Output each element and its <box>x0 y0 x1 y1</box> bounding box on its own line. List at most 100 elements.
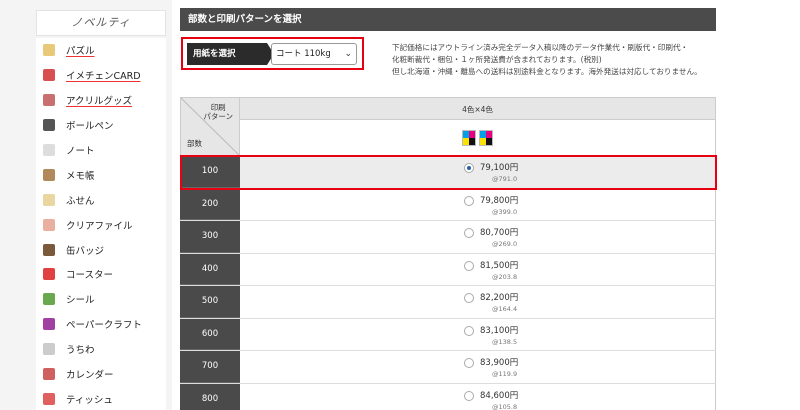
sidebar-item-label: うちわ <box>66 345 95 357</box>
price-option[interactable]: 84,600円 @105.8 <box>240 383 716 410</box>
table-row: 800 84,600円 @105.8 <box>180 383 716 410</box>
sidebar-item[interactable]: ボールペン <box>36 113 166 138</box>
quantity-cell: 700 <box>180 351 240 383</box>
table-row: 200 79,800円 @399.0 <box>180 188 716 221</box>
papercraft-icon <box>40 316 58 332</box>
sidebar-item[interactable]: メモ帳 <box>36 162 166 187</box>
unit-price: @791.0 <box>492 175 518 183</box>
paper-selector: 用紙を選択 コート 110kg ⌄ <box>181 37 364 70</box>
price-radio[interactable] <box>464 325 474 336</box>
sidebar-item[interactable]: ノート <box>36 138 166 163</box>
sidebar-item-label: 缶バッジ <box>66 245 105 257</box>
sidebar-item-label: シール <box>66 295 95 307</box>
puzzle-icon <box>40 42 58 58</box>
print-pattern-icons <box>240 120 716 156</box>
table-row: 700 83,900円 @119.9 <box>180 351 716 384</box>
table-corner: 印刷 パターン 部数 <box>180 97 241 157</box>
sidebar-item-label: イメチェンCARD <box>66 71 141 83</box>
sidebar-item[interactable]: ふせん <box>36 187 166 212</box>
price-notice: 下記価格にはアウトライン済み完全データ入稿以降のデータ作業代・刷版代・印刷代・ … <box>392 42 722 78</box>
price-value: 84,600円 <box>480 390 519 401</box>
badge-icon <box>40 242 58 258</box>
paper-selector-label: 用紙を選択 <box>187 43 267 65</box>
table-header: 印刷 パターン 部数 4色×4色 <box>180 97 716 157</box>
sidebar-item-label: コースター <box>66 270 114 282</box>
cmyk-back-icon <box>479 129 493 146</box>
card-icon <box>40 67 58 83</box>
sidebar-item[interactable]: パズル <box>36 38 166 63</box>
chevron-down-icon: ⌄ <box>344 49 352 59</box>
price-option[interactable]: 83,900円 @119.9 <box>240 351 716 383</box>
table-row: 400 81,500円 @203.8 <box>180 253 716 286</box>
sidebar-item[interactable]: うちわ <box>36 337 166 362</box>
quantity-cell: 500 <box>180 286 240 318</box>
price-radio[interactable] <box>464 390 474 401</box>
price-option[interactable]: 80,700円 @269.0 <box>240 221 716 253</box>
price-option[interactable]: 82,200円 @164.4 <box>240 286 716 318</box>
quantity-cell: 300 <box>180 221 240 253</box>
price-radio[interactable] <box>464 260 474 271</box>
notice-line: 但し北海道・沖縄・離島への送料は別途料金となります。海外発送は対応しておりません… <box>392 67 702 76</box>
price-value: 82,200円 <box>480 293 519 303</box>
sidebar-item[interactable]: クリアファイル <box>36 212 166 237</box>
price-option[interactable]: 83,100円 @138.5 <box>240 318 716 350</box>
price-radio[interactable] <box>464 228 474 238</box>
sidebar-item-label: カレンダー <box>66 370 114 382</box>
sidebar-item[interactable]: イメチェンCARD <box>36 63 166 88</box>
sidebar-item[interactable]: ペーパークラフト <box>36 312 166 337</box>
notice-line: 化粧断裁代・梱包・１ヶ所発送費が含まれております。(税別) <box>392 55 602 64</box>
sidebar-item-label: ふせん <box>66 195 95 207</box>
price-option[interactable]: 79,100円 @791.0 <box>240 156 716 188</box>
price-value: 83,100円 <box>480 325 519 336</box>
price-radio[interactable] <box>464 358 474 368</box>
sticker-icon <box>40 291 58 307</box>
price-value: 80,700円 <box>480 228 519 238</box>
cmyk-front-icon <box>462 129 476 146</box>
sidebar-item[interactable]: 缶バッジ <box>36 237 166 262</box>
tissue-icon <box>40 391 58 407</box>
sidebar-item[interactable]: カレンダー <box>36 362 166 387</box>
sidebar-item[interactable]: ティッシュ <box>36 386 166 410</box>
table-row: 600 83,100円 @138.5 <box>180 318 716 351</box>
paper-select-value: コート 110kg <box>276 49 331 59</box>
unit-price: @269.0 <box>492 240 518 248</box>
sidebar-item[interactable]: コースター <box>36 262 166 287</box>
price-value: 81,500円 <box>480 260 519 271</box>
unit-price: @119.9 <box>492 370 518 378</box>
sidebar-item-label: メモ帳 <box>66 170 95 182</box>
corner-pattern-label: 印刷 パターン <box>203 103 233 121</box>
price-option[interactable]: 81,500円 @203.8 <box>240 253 716 285</box>
table-row: 100 79,100円 @791.0 <box>180 156 716 189</box>
column-header: 4色×4色 <box>240 97 716 120</box>
table-body: 100 79,100円 @791.0 200 79,800円 @399.0 300 80,70… <box>180 156 716 410</box>
price-value: 79,800円 <box>480 195 519 206</box>
price-option[interactable]: 79,800円 @399.0 <box>240 188 716 220</box>
memo-icon <box>40 167 58 183</box>
sidebar-list: パズルイメチェンCARD アクリルグッズ ボールペンノートメモ帳ふせんクリアファイル… <box>36 38 166 410</box>
unit-price: @164.4 <box>492 305 518 313</box>
acrylic-icon <box>40 92 58 108</box>
pen-icon <box>40 117 58 133</box>
price-radio[interactable] <box>464 293 474 303</box>
sidebar-item-label: アクリルグッズ <box>66 96 133 108</box>
coaster-icon <box>40 266 58 282</box>
unit-price: @399.0 <box>492 207 518 216</box>
price-radio[interactable] <box>464 163 474 173</box>
corner-pattern-text: 印刷 パターン <box>203 103 233 121</box>
price-value: 79,100円 <box>480 163 519 173</box>
sidebar-item[interactable]: アクリルグッズ <box>36 88 166 113</box>
paper-select[interactable]: コート 110kg ⌄ <box>271 43 357 65</box>
section-title: 部数と印刷パターンを選択 <box>180 8 716 31</box>
sidebar-item-label: ノート <box>66 146 95 157</box>
table-row: 300 80,700円 @269.0 <box>180 221 716 254</box>
sidebar-item-label: ペーパークラフト <box>66 320 142 332</box>
sidebar-item-label: パズル <box>66 46 95 58</box>
sidebar-item-label: ボールペン <box>66 121 114 133</box>
sidebar-item[interactable]: シール <box>36 287 166 312</box>
unit-price: @105.8 <box>492 402 518 410</box>
price-value: 83,900円 <box>480 358 519 368</box>
price-radio[interactable] <box>464 195 474 206</box>
clear-file-icon <box>40 217 58 233</box>
sidebar-item-label: クリアファイル <box>66 220 133 232</box>
unit-price: @138.5 <box>492 337 518 346</box>
